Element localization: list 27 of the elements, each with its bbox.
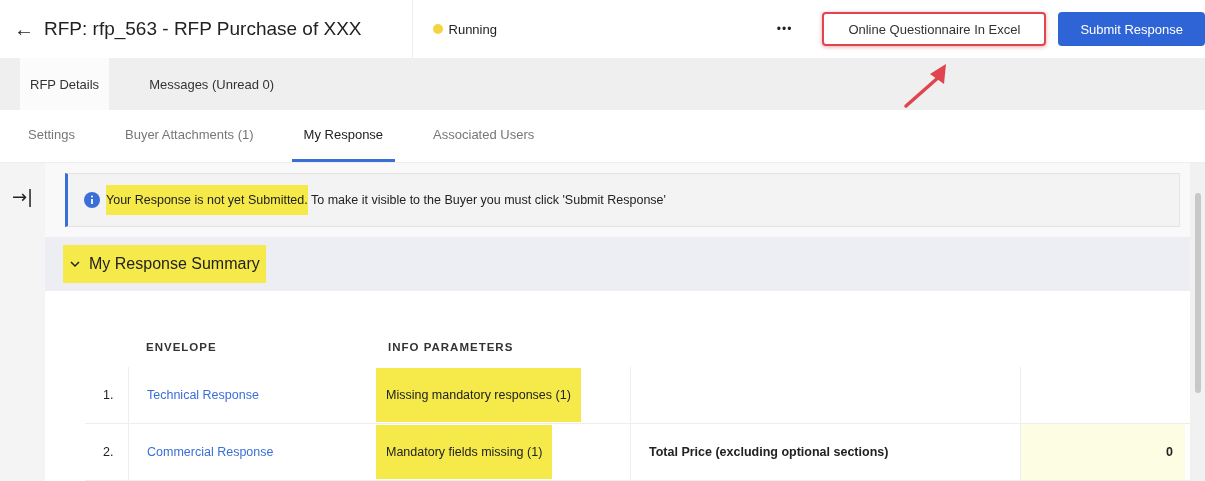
tab[interactable]: Messages (Unread 0) [109,58,315,110]
column-header: ENVELOPE [146,341,217,353]
status-label: Running [448,21,497,37]
back-arrow-icon[interactable]: ← [14,17,34,41]
section-title[interactable]: My Response Summary [63,245,266,283]
collapse-panel-button[interactable]: →| [11,185,34,207]
annotation-arrow [904,64,946,108]
row-number: 1. [103,388,114,402]
sub-tab[interactable]: Buyer Attachments (1) [113,110,266,162]
scrollbar[interactable] [1194,193,1201,393]
envelope-link[interactable]: Technical Response [147,388,259,402]
total-label: Total Price (excluding optional sections) [649,445,889,459]
submit-button[interactable]: Submit Response [1058,12,1205,46]
tab[interactable]: RFP Details [20,58,110,110]
info-text: Mandatory fields missing (1) [376,425,553,479]
info-icon [84,192,100,208]
envelope-link[interactable]: Commercial Response [147,445,274,459]
more-menu[interactable]: ••• [776,22,793,36]
chevron-icon [69,258,81,270]
column-header: INFO PARAMETERS [388,341,514,353]
row-number: 2. [103,445,114,459]
sub-tab[interactable]: Settings [16,110,87,162]
total-value: 0 [1166,445,1173,459]
notice-text: Your Response is not yet Submitted. To make it visible to the Buyer you must click 'Submit Response' [106,185,666,215]
info-text: Missing mandatory responses (1) [376,368,581,422]
excel-button[interactable]: Online Questionnaire In Excel [822,12,1047,46]
sub-tab[interactable]: Associated Users [421,110,547,162]
